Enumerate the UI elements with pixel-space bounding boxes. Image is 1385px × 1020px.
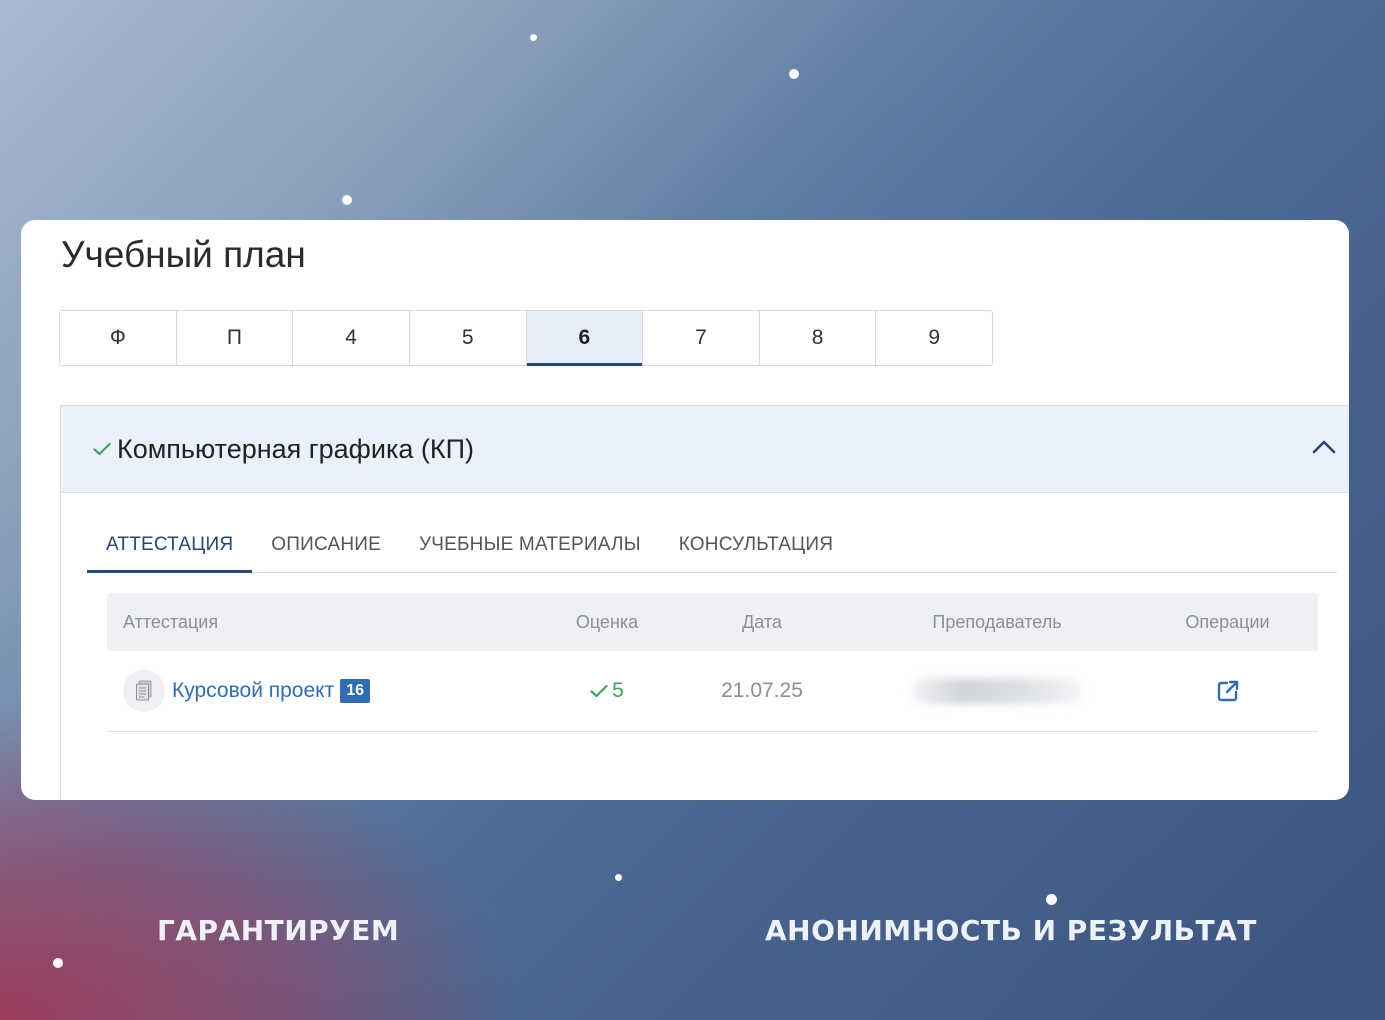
semester-tab-6[interactable]: 6 — [526, 311, 644, 366]
discipline-title: Компьютерная графика (КП) — [117, 433, 475, 464]
column-header-date: Дата — [742, 611, 782, 632]
discipline-tabs: АТТЕСТАЦИЯ ОПИСАНИЕ УЧЕБНЫЕ МАТЕРИАЛЫ КО… — [87, 518, 1337, 573]
tab-attestation[interactable]: АТТЕСТАЦИЯ — [87, 518, 253, 573]
decor-dot — [53, 958, 63, 968]
tab-description[interactable]: ОПИСАНИЕ — [252, 518, 400, 572]
chevron-up-icon[interactable] — [1311, 436, 1337, 456]
table-header: Аттестация Оценка Дата Преподаватель Опе… — [107, 593, 1318, 651]
semester-tab-9[interactable]: 9 — [876, 311, 992, 365]
check-icon — [590, 684, 608, 698]
cell-teacher — [857, 678, 1137, 704]
column-header-attestation: Аттестация — [123, 611, 219, 632]
cell-attestation: Курсовой проект 16 — [107, 670, 547, 712]
semester-tab-4[interactable]: 4 — [293, 311, 410, 365]
attestation-link[interactable]: Курсовой проект — [172, 679, 334, 703]
tab-consultation[interactable]: КОНСУЛЬТАЦИЯ — [660, 518, 852, 572]
semester-selector: Ф П 4 5 6 7 8 9 — [59, 310, 993, 366]
semester-tab-f[interactable]: Ф — [60, 311, 177, 365]
caption-left: ГАРАНТИРУЕМ — [157, 914, 400, 947]
decor-dot — [530, 34, 537, 41]
grade-value: 5 — [590, 679, 624, 703]
column-header-grade: Оценка — [575, 611, 639, 632]
attestation-table: Аттестация Оценка Дата Преподаватель Опе… — [107, 593, 1318, 732]
semester-tab-5[interactable]: 5 — [410, 311, 527, 365]
caption-right: АНОНИМНОСТЬ И РЕЗУЛЬТАТ — [765, 914, 1257, 947]
document-icon — [123, 670, 165, 712]
tab-materials[interactable]: УЧЕБНЫЕ МАТЕРИАЛЫ — [400, 518, 660, 572]
semester-tab-p[interactable]: П — [177, 311, 294, 365]
date-text: 21.07.25 — [721, 679, 803, 702]
check-icon — [93, 442, 111, 456]
decor-dot — [789, 69, 799, 79]
cell-grade: 5 — [547, 679, 667, 703]
discipline-panel: Компьютерная графика (КП) АТТЕСТАЦИЯ ОПИ… — [60, 405, 1349, 800]
decor-dot — [1046, 894, 1057, 905]
page-title: Учебный план — [61, 234, 306, 275]
column-header-operations: Операции — [1185, 611, 1270, 632]
decor-dot — [615, 874, 622, 881]
semester-tab-8[interactable]: 8 — [760, 311, 877, 365]
discipline-header[interactable]: Компьютерная графика (КП) — [61, 406, 1349, 493]
external-link-icon[interactable] — [1216, 679, 1240, 703]
table-row: Курсовой проект 16 5 21.07.25 — [107, 651, 1318, 732]
decor-dot — [342, 195, 352, 205]
grade-text: 5 — [612, 679, 624, 702]
curriculum-card: Учебный план Ф П 4 5 6 7 8 9 Компьютерна… — [21, 220, 1349, 800]
cell-operations — [1137, 679, 1318, 703]
column-header-teacher: Преподаватель — [932, 611, 1062, 632]
cell-date: 21.07.25 — [667, 679, 857, 703]
teacher-name-blurred — [912, 678, 1082, 704]
hours-badge: 16 — [340, 679, 371, 703]
semester-tab-7[interactable]: 7 — [643, 311, 760, 365]
